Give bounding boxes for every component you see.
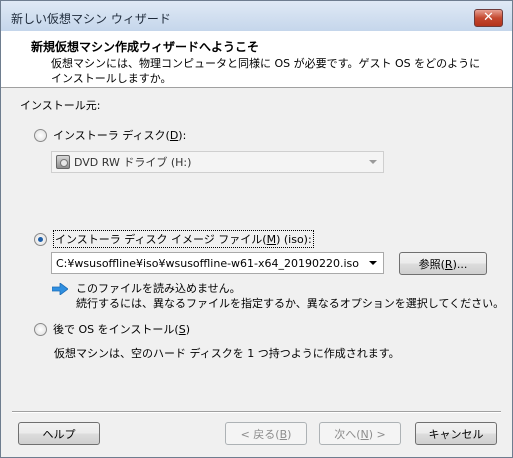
next-button[interactable]: 次へ(N) > [319,422,401,445]
browse-button-label: 参照(R)... [418,257,468,271]
next-button-label: 次へ(N) > [334,427,386,441]
info-message-line2: 続行するには、異なるファイルを指定するか、異なるオプションを選択してください。 [76,297,505,310]
iso-path-value: C:¥wsusoffline¥iso¥wsusoffline-w61-x64_2… [56,256,360,270]
help-button-label: ヘルプ [42,427,76,441]
window-title: 新しい仮想マシン ウィザード [11,12,171,26]
blue-arrow-icon [52,283,68,295]
radio-installer-disc-label: インストーラ ディスク(D): [53,129,187,142]
close-icon: ✕ [483,10,494,25]
radio-installer-disc[interactable]: インストーラ ディスク(D): [34,127,186,143]
info-message-line1: このファイルを読み込めません。 [76,282,241,295]
radio-install-later-label: 後で OS をインストール(S) [53,323,190,336]
radio-button[interactable] [34,232,47,246]
install-source-label: インストール元: [20,99,101,112]
browse-button[interactable]: 参照(R)... [399,252,487,275]
help-button[interactable]: ヘルプ [18,422,100,445]
wizard-header: 新規仮想マシン作成ウィザードへようこそ 仮想マシンには、物理コンピュータと同様に… [1,31,512,88]
dvd-drive-icon [56,155,70,169]
radio-iso-image-label: インストーラ ディスク イメージ ファイル(M) (iso): [53,230,314,248]
title-bar: 新しい仮想マシン ウィザード ✕ [1,1,512,31]
info-message: このファイルを読み込めません。 続行するには、異なるファイルを指定するか、異なる… [76,281,504,311]
chevron-down-icon [369,160,377,164]
wizard-window: 新しい仮想マシン ウィザード ✕ 新規仮想マシン作成ウィザードへようこそ 仮想マ… [0,0,513,458]
disc-drive-value: DVD RW ドライブ (H:) [74,156,192,169]
footer-divider [12,411,501,413]
chevron-down-icon[interactable] [369,261,377,265]
radio-iso-image[interactable]: インストーラ ディスク イメージ ファイル(M) (iso): [34,230,314,248]
disc-drive-select[interactable]: DVD RW ドライブ (H:) [51,151,384,173]
back-button[interactable]: < 戻る(B) [225,422,307,445]
install-later-description: 仮想マシンは、空のハード ディスクを 1 つ持つように作成されます。 [54,347,400,360]
iso-path-combobox[interactable]: C:¥wsusoffline¥iso¥wsusoffline-w61-x64_2… [51,252,384,274]
wizard-header-title: 新規仮想マシン作成ウィザードへようこそ [31,40,260,54]
cancel-button[interactable]: キャンセル [415,422,497,445]
radio-button[interactable] [34,128,47,142]
wizard-header-description: 仮想マシンには、物理コンピュータと同様に OS が必要です。ゲスト OS をどの… [51,57,481,85]
back-button-label: < 戻る(B) [240,427,292,441]
radio-button[interactable] [34,322,47,336]
radio-install-later[interactable]: 後で OS をインストール(S) [34,321,190,337]
cancel-button-label: キャンセル [428,427,484,441]
close-button[interactable]: ✕ [474,9,503,27]
